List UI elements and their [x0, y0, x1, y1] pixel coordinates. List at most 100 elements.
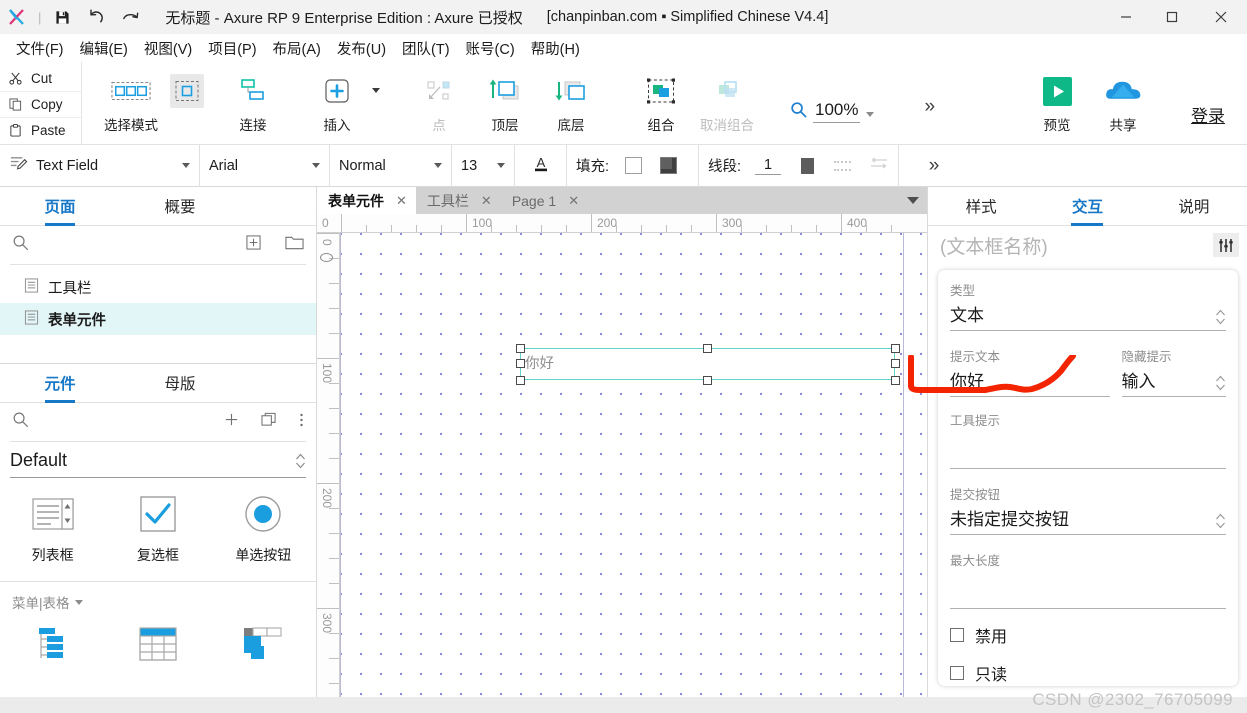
font-size-chevron-down-icon[interactable]: [497, 163, 505, 168]
fill-none-swatch[interactable]: [625, 157, 643, 174]
insert-button[interactable]: 插入: [304, 74, 370, 134]
duplicate-icon[interactable]: [261, 412, 277, 432]
widget-listbox[interactable]: 列表框: [0, 492, 105, 565]
zoom-control[interactable]: 100%: [790, 100, 875, 123]
widget-name-input[interactable]: (文本框名称): [940, 232, 1213, 259]
resize-handle-s[interactable]: [703, 376, 712, 385]
fill-color-swatch[interactable]: [660, 157, 678, 174]
resize-handle-sw[interactable]: [516, 376, 525, 385]
field-submit-button[interactable]: 提交按钮 未指定提交按钮: [950, 484, 1226, 535]
cut-button[interactable]: Cut: [0, 65, 81, 91]
widget-checkbox[interactable]: 复选框: [105, 492, 210, 565]
doc-tab-close-icon[interactable]: ✕: [481, 193, 492, 209]
horizontal-ruler[interactable]: 0 100 200 300 400: [317, 214, 927, 233]
doc-tab-page1[interactable]: Page 1 ✕: [500, 187, 589, 214]
resize-handle-e[interactable]: [891, 359, 900, 368]
menu-edit[interactable]: 编辑(E): [72, 35, 136, 62]
field-submit-value-row[interactable]: 未指定提交按钮: [950, 505, 1226, 535]
widget-horizontal-menu[interactable]: [211, 622, 316, 675]
doc-tab-close-icon[interactable]: ✕: [568, 193, 579, 209]
menu-publish[interactable]: 发布(U): [329, 35, 394, 62]
library-spinner-icon[interactable]: [295, 452, 306, 470]
resize-handle-ne[interactable]: [891, 344, 900, 353]
field-type[interactable]: 类型 文本: [950, 280, 1226, 331]
menu-view[interactable]: 视图(V): [136, 35, 200, 62]
field-hide-hint[interactable]: 隐藏提示 输入: [1121, 346, 1226, 397]
font-color-button[interactable]: A: [515, 144, 567, 187]
paste-button[interactable]: Paste: [0, 117, 81, 143]
field-hide-hint-spinner-icon[interactable]: [1215, 374, 1226, 392]
group-button[interactable]: 组合: [628, 74, 694, 134]
tab-notes[interactable]: 说明: [1141, 187, 1247, 225]
library-selector[interactable]: Default: [10, 450, 306, 478]
checkbox-disabled[interactable]: 禁用: [950, 623, 1226, 647]
bring-to-front-button[interactable]: 顶层: [472, 74, 538, 134]
zoom-chevron-down-icon[interactable]: [866, 112, 875, 117]
field-tooltip-value-row[interactable]: [950, 431, 1226, 469]
checkbox-disabled-box[interactable]: [950, 628, 964, 642]
preview-button[interactable]: 预览: [1024, 74, 1090, 134]
widget-table[interactable]: [105, 622, 210, 675]
field-hint-value-row[interactable]: 你好: [950, 367, 1110, 397]
search-icon[interactable]: [12, 234, 29, 256]
menu-layout[interactable]: 布局(A): [265, 35, 329, 62]
tab-style[interactable]: 样式: [928, 187, 1034, 225]
add-page-icon[interactable]: [246, 235, 261, 255]
menu-team[interactable]: 团队(T): [394, 35, 458, 62]
select-single-button[interactable]: x: [154, 74, 220, 129]
field-submit-spinner-icon[interactable]: [1215, 512, 1226, 530]
resize-handle-w[interactable]: [516, 359, 525, 368]
resize-handle-nw[interactable]: [516, 344, 525, 353]
sliders-icon[interactable]: [1213, 233, 1239, 257]
page-item-form-widgets[interactable]: 表单元件: [0, 303, 316, 335]
design-canvas[interactable]: 你好: [340, 233, 927, 713]
toolbar-overflow-button[interactable]: »: [924, 96, 935, 118]
search-icon[interactable]: [12, 411, 29, 433]
close-button[interactable]: [1195, 0, 1247, 34]
tab-widgets[interactable]: 元件: [0, 364, 120, 402]
font-weight-selector[interactable]: Normal: [330, 144, 452, 187]
vertical-ruler[interactable]: 0 100 200 300: [317, 233, 340, 713]
menu-file[interactable]: 文件(F): [8, 35, 72, 62]
send-to-back-button[interactable]: 底层: [538, 74, 604, 134]
field-maxlength[interactable]: 最大长度: [950, 550, 1226, 609]
tab-interactions[interactable]: 交互: [1034, 187, 1140, 225]
more-vertical-icon[interactable]: [299, 412, 304, 433]
font-family-chevron-down-icon[interactable]: [312, 163, 320, 168]
doc-tab-form-widgets[interactable]: 表单元件 ✕: [317, 187, 416, 214]
font-size-selector[interactable]: 13: [452, 144, 515, 187]
menu-project[interactable]: 项目(P): [200, 35, 264, 62]
font-family-selector[interactable]: Arial: [200, 144, 330, 187]
font-weight-chevron-down-icon[interactable]: [434, 163, 442, 168]
widget-radio-button[interactable]: 单选按钮: [211, 492, 316, 565]
doc-tab-toolbar[interactable]: 工具栏 ✕: [415, 187, 501, 214]
checkbox-readonly-box[interactable]: [950, 666, 964, 680]
resize-handle-se[interactable]: [891, 376, 900, 385]
tab-masters[interactable]: 母版: [120, 364, 240, 402]
line-style-icon[interactable]: [833, 160, 851, 171]
undo-icon[interactable]: [79, 3, 113, 31]
menu-help[interactable]: 帮助(H): [523, 35, 588, 62]
connect-button[interactable]: 连接: [220, 74, 286, 134]
plus-icon[interactable]: [224, 412, 239, 432]
widget-type-selector[interactable]: Text Field: [0, 144, 200, 187]
redo-icon[interactable]: [113, 3, 147, 31]
line-width-value[interactable]: 1: [755, 157, 782, 175]
field-tooltip[interactable]: 工具提示: [950, 410, 1226, 469]
field-type-value-row[interactable]: 文本: [950, 301, 1226, 331]
line-color-swatch[interactable]: [801, 157, 814, 174]
doc-tab-close-icon[interactable]: ✕: [396, 193, 407, 209]
field-type-spinner-icon[interactable]: [1215, 308, 1226, 326]
save-icon[interactable]: [45, 3, 79, 31]
new-folder-icon[interactable]: [285, 235, 304, 256]
page-item-toolbar[interactable]: 工具栏: [0, 271, 316, 303]
tab-outline[interactable]: 概要: [120, 187, 240, 225]
widget-type-chevron-down-icon[interactable]: [182, 163, 190, 168]
tab-pages[interactable]: 页面: [0, 187, 120, 225]
login-button[interactable]: 登录: [1191, 102, 1225, 127]
widget-section-title[interactable]: 菜单|表格: [0, 582, 316, 616]
checkbox-readonly[interactable]: 只读: [950, 661, 1226, 685]
style-overflow-button[interactable]: »: [899, 145, 969, 187]
maximize-button[interactable]: [1149, 0, 1195, 34]
doc-tabs-chevron-down-icon[interactable]: [907, 197, 919, 204]
